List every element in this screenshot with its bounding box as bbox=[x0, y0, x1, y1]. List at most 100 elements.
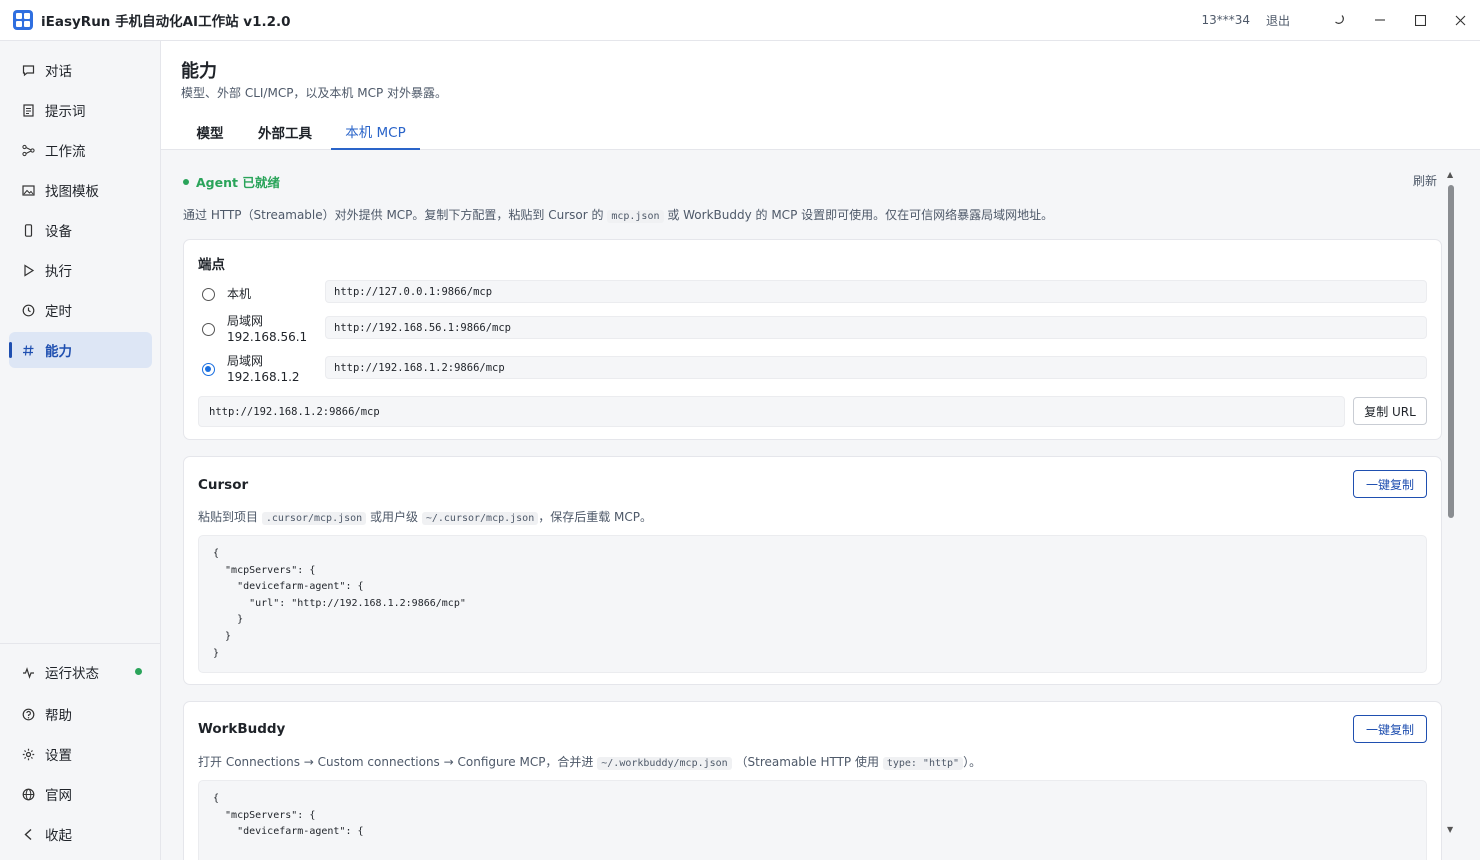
refresh-button[interactable]: 刷新 bbox=[1413, 172, 1437, 189]
sidebar-item-help[interactable]: 帮助 bbox=[9, 696, 152, 732]
sidebar-item-image-templates[interactable]: 找图模板 bbox=[9, 172, 152, 208]
tab-local-mcp[interactable]: 本机 MCP bbox=[331, 113, 420, 150]
inline-code: type: "http" bbox=[882, 757, 964, 770]
title-bar: iEasyRun 手机自动化AI工作站 v1.2.0 13***34 退出 bbox=[0, 0, 1480, 41]
scroll-down-icon[interactable]: ▼ bbox=[1447, 825, 1453, 834]
gear-icon bbox=[21, 747, 35, 761]
cursor-copy-button[interactable]: 一键复制 bbox=[1353, 470, 1427, 498]
option-label: 本机 bbox=[227, 287, 252, 301]
sidebar-item-label: 找图模板 bbox=[45, 184, 99, 200]
workflow-icon bbox=[21, 143, 35, 157]
sidebar-item-label: 能力 bbox=[45, 344, 72, 360]
phone-icon bbox=[21, 223, 35, 237]
radio-button[interactable] bbox=[202, 322, 215, 336]
radio-button[interactable] bbox=[202, 287, 215, 301]
sidebar-item-website[interactable]: 官网 bbox=[9, 776, 152, 812]
globe-icon bbox=[21, 787, 35, 801]
endpoint-option-lan-2[interactable]: 局域网 192.168.1.2 bbox=[202, 353, 300, 385]
minimize-icon[interactable] bbox=[1360, 0, 1400, 40]
status-dot bbox=[135, 668, 142, 675]
desc-text: ）。 bbox=[963, 755, 982, 769]
copy-url-button[interactable]: 复制 URL bbox=[1353, 397, 1427, 425]
endpoint-option-lan-1[interactable]: 局域网 192.168.56.1 bbox=[202, 313, 307, 345]
page-subtitle: 模型、外部 CLI/MCP，以及本机 MCP 对外暴露。 bbox=[181, 86, 448, 100]
option-sublabel: 192.168.1.2 bbox=[227, 370, 300, 384]
endpoints-title: 端点 bbox=[198, 257, 225, 273]
logout-link[interactable]: 退出 bbox=[1266, 12, 1290, 29]
sidebar-item-label: 帮助 bbox=[45, 708, 72, 724]
mcp-description: 通过 HTTP（Streamable）对外提供 MCP。复制下方配置，粘贴到 C… bbox=[183, 206, 1053, 223]
sidebar-collapse-button[interactable]: 收起 bbox=[9, 816, 152, 852]
desc-text: 或用户级 bbox=[370, 510, 419, 524]
desc-text: 或 WorkBuddy 的 MCP 设置即可使用。仅在可信网络暴露局域网地址。 bbox=[667, 208, 1054, 222]
option-sublabel: 192.168.56.1 bbox=[227, 330, 308, 344]
sidebar-item-label: 对话 bbox=[45, 64, 72, 80]
tab-models[interactable]: 模型 bbox=[183, 113, 237, 150]
sidebar-item-run-status[interactable]: 运行状态 bbox=[9, 654, 152, 690]
option-label: 局域网 bbox=[227, 314, 264, 328]
radio-label: 本机 bbox=[227, 286, 251, 302]
content-panel: Agent 已就绪 刷新 通过 HTTP（Streamable）对外提供 MCP… bbox=[161, 150, 1480, 860]
inline-code: mcp.json bbox=[607, 210, 664, 223]
sidebar-item-label: 定时 bbox=[45, 304, 72, 320]
radio-label: 局域网 192.168.1.2 bbox=[227, 353, 300, 385]
agent-status: Agent 已就绪 bbox=[183, 172, 280, 191]
close-icon[interactable] bbox=[1440, 0, 1480, 40]
workbuddy-title: WorkBuddy bbox=[198, 721, 286, 737]
sidebar-item-label: 运行状态 bbox=[45, 666, 99, 682]
scrollbar-thumb[interactable] bbox=[1448, 185, 1454, 518]
tab-external-tools[interactable]: 外部工具 bbox=[245, 113, 325, 150]
inline-code: .cursor/mcp.json bbox=[261, 512, 367, 525]
sidebar-item-label: 收起 bbox=[45, 828, 72, 844]
sidebar-item-label: 设备 bbox=[45, 224, 72, 240]
chat-icon bbox=[21, 63, 35, 77]
sidebar-item-settings[interactable]: 设置 bbox=[9, 736, 152, 772]
user-account: 13***34 bbox=[1201, 13, 1250, 27]
theme-toggle-icon[interactable] bbox=[1320, 0, 1360, 40]
cursor-description: 粘贴到项目 .cursor/mcp.json 或用户级 ~/.cursor/mc… bbox=[198, 508, 652, 525]
inline-code: ~/.cursor/mcp.json bbox=[421, 512, 539, 525]
desc-text: 打开 Connections → Custom connections → Co… bbox=[198, 755, 594, 769]
help-icon bbox=[21, 707, 35, 721]
cursor-card: Cursor 一键复制 粘贴到项目 .cursor/mcp.json 或用户级 … bbox=[183, 456, 1442, 685]
maximize-icon[interactable] bbox=[1400, 0, 1440, 40]
sidebar-item-label: 工作流 bbox=[45, 144, 86, 160]
sidebar-item-chat[interactable]: 对话 bbox=[9, 52, 152, 88]
main-area: 能力 模型、外部 CLI/MCP，以及本机 MCP 对外暴露。 模型 外部工具 … bbox=[161, 41, 1480, 860]
cursor-title: Cursor bbox=[198, 477, 249, 493]
radio-button-checked[interactable] bbox=[202, 362, 215, 376]
image-icon bbox=[21, 183, 35, 197]
app-logo-icon bbox=[13, 10, 33, 30]
sidebar-item-prompts[interactable]: 提示词 bbox=[9, 92, 152, 128]
desc-text: 粘贴到项目 bbox=[198, 510, 259, 524]
sidebar-item-schedule[interactable]: 定时 bbox=[9, 292, 152, 328]
sidebar-item-label: 官网 bbox=[45, 788, 72, 804]
inline-code: ~/.workbuddy/mcp.json bbox=[597, 757, 732, 770]
page-title: 能力 bbox=[181, 61, 217, 82]
sidebar: 对话 提示词 工作流 找图模板 设备 执行 定时 能力 运行状态 帮助 设置 官… bbox=[0, 41, 161, 860]
clock-icon bbox=[21, 303, 35, 317]
sidebar-item-devices[interactable]: 设备 bbox=[9, 212, 152, 248]
endpoints-card: 端点 本机 http://127.0.0.1:9866/mcp 局域网 192.… bbox=[183, 239, 1442, 440]
activity-icon bbox=[21, 665, 35, 679]
sidebar-item-execute[interactable]: 执行 bbox=[9, 252, 152, 288]
selected-url-field[interactable]: http://192.168.1.2:9866/mcp bbox=[198, 396, 1345, 427]
workbuddy-config-code[interactable]: { "mcpServers": { "devicefarm-agent": { bbox=[198, 780, 1427, 860]
workbuddy-copy-button[interactable]: 一键复制 bbox=[1353, 715, 1427, 743]
sidebar-item-label: 提示词 bbox=[45, 104, 86, 120]
sidebar-item-workflow[interactable]: 工作流 bbox=[9, 132, 152, 168]
workbuddy-description: 打开 Connections → Custom connections → Co… bbox=[198, 753, 981, 770]
desc-text: ，保存后重载 MCP。 bbox=[538, 510, 653, 524]
document-icon bbox=[21, 103, 35, 117]
endpoint-option-local[interactable]: 本机 bbox=[202, 286, 251, 302]
sidebar-item-capabilities[interactable]: 能力 bbox=[9, 332, 152, 368]
desc-text: 通过 HTTP（Streamable）对外提供 MCP。复制下方配置，粘贴到 C… bbox=[183, 208, 604, 222]
workbuddy-card: WorkBuddy 一键复制 打开 Connections → Custom c… bbox=[183, 701, 1442, 860]
endpoint-url-lan-2: http://192.168.1.2:9866/mcp bbox=[325, 356, 1427, 379]
scroll-up-icon[interactable]: ▲ bbox=[1447, 170, 1453, 179]
cursor-config-code[interactable]: { "mcpServers": { "devicefarm-agent": { … bbox=[198, 535, 1427, 673]
sidebar-item-label: 执行 bbox=[45, 264, 72, 280]
content-scrollbar[interactable]: ▲ ▼ bbox=[1446, 170, 1456, 834]
status-dot-icon bbox=[183, 178, 189, 185]
option-label: 局域网 bbox=[227, 354, 264, 368]
